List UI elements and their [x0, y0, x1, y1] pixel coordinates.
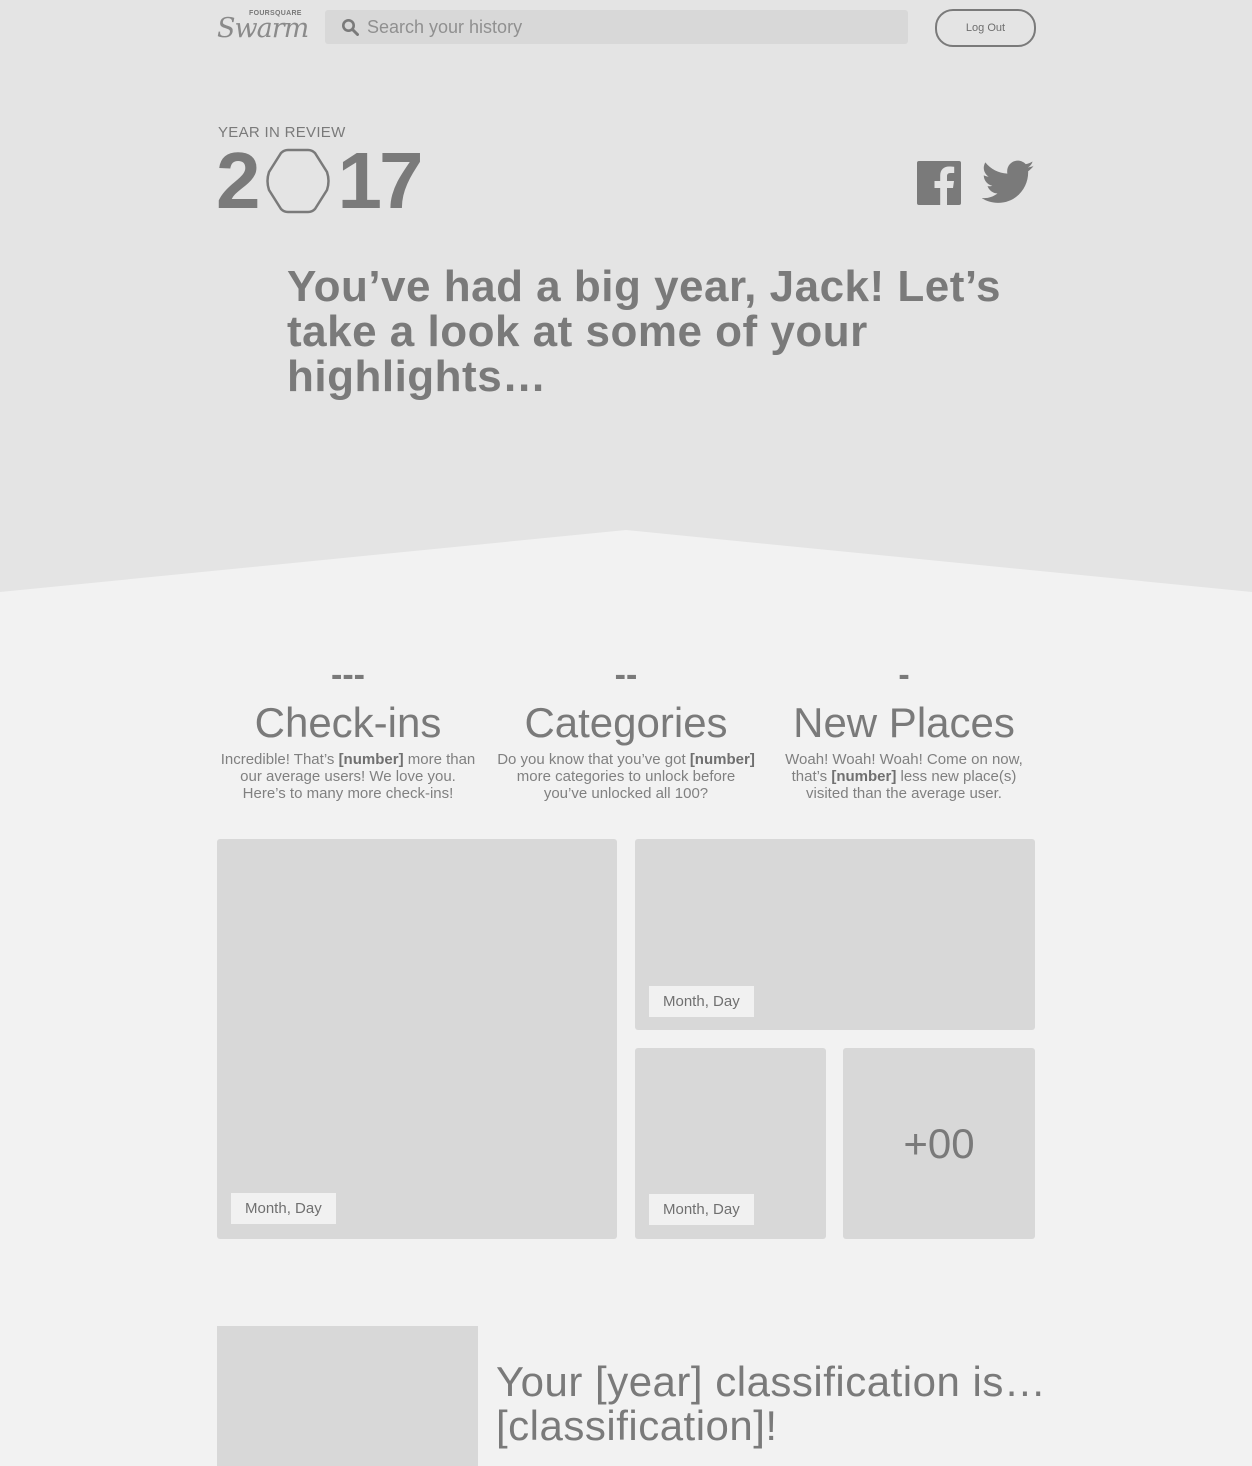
- stat-label: Check-ins: [254, 699, 442, 746]
- stat-value: ---: [331, 656, 365, 694]
- swarm-logo[interactable]: FOURSQUARE Swarm: [217, 10, 309, 44]
- stat-checkins: --- Check-ins Incredible! That’s [number…: [217, 655, 479, 802]
- stat-value: --: [614, 656, 638, 694]
- stat-desc-number: [number]: [689, 751, 755, 768]
- stat-desc-text: Incredible! That’s: [220, 751, 339, 768]
- year-first-digit: 2: [216, 136, 260, 225]
- search-input[interactable]: Search your history: [325, 10, 908, 44]
- classification-title: Your [year] classification is… [classifi…: [496, 1358, 1047, 1449]
- facebook-icon[interactable]: [917, 161, 961, 205]
- twitter-icon[interactable]: [982, 160, 1035, 205]
- stat-desc-number: [number]: [338, 751, 404, 768]
- logo-swarm-text: Swarm: [217, 13, 309, 44]
- search-icon: [342, 19, 359, 36]
- more-photos-count: +00: [903, 1119, 975, 1167]
- logout-button[interactable]: Log Out: [935, 9, 1036, 47]
- more-photos-tile[interactable]: +00: [843, 1048, 1035, 1239]
- year-last-digits: 17: [337, 136, 424, 225]
- stat-label: Categories: [524, 699, 728, 746]
- photo-tile-small[interactable]: Month, Day: [635, 1048, 826, 1239]
- hero-headline: You’ve had a big year, Jack! Let’s take …: [287, 262, 1001, 401]
- stats-row: --- Check-ins Incredible! That’s [number…: [217, 655, 1035, 802]
- stat-new-places: - New Places Woah! Woah! Woah! Come on n…: [773, 655, 1035, 802]
- stat-categories: -- Categories Do you know that you’ve go…: [495, 655, 757, 802]
- stat-value: -: [898, 656, 910, 694]
- stat-desc-text: more categories to unlock before you’ve …: [516, 768, 736, 802]
- stat-desc-text: Do you know that you’ve got: [497, 751, 690, 768]
- photo-tile-wide[interactable]: Month, Day: [635, 839, 1035, 1030]
- date-chip: Month, Day: [649, 1194, 754, 1225]
- photo-tile-large[interactable]: Month, Day: [217, 839, 617, 1239]
- stat-description: Do you know that you’ve got [number] mor…: [495, 751, 757, 802]
- search-placeholder: Search your history: [367, 17, 523, 37]
- year-title: 2 17: [216, 136, 424, 225]
- hexagon-icon: [265, 148, 330, 214]
- date-chip: Month, Day: [649, 986, 754, 1017]
- stat-description: Incredible! That’s [number] more than ou…: [217, 751, 479, 802]
- classification-image: [217, 1326, 478, 1466]
- stat-desc-number: [number]: [831, 768, 897, 785]
- stat-label: New Places: [793, 699, 1015, 746]
- stat-description: Woah! Woah! Woah! Come on now, that’s [n…: [773, 751, 1035, 802]
- date-chip: Month, Day: [231, 1193, 336, 1224]
